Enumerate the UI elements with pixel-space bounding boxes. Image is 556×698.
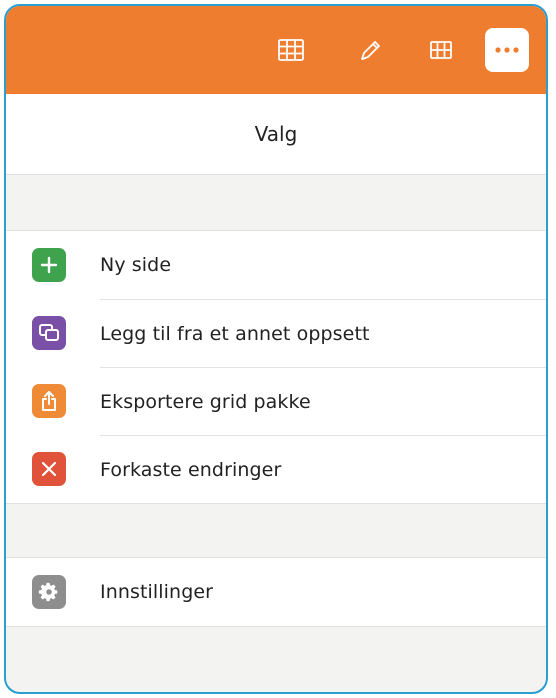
edit-pencil-icon[interactable] [349, 28, 393, 72]
grid-icon[interactable] [269, 28, 313, 72]
plus-icon [32, 248, 66, 282]
close-icon [32, 452, 66, 486]
menu-item-label: Legg til fra et annet oppsett [100, 322, 370, 345]
menu-item-new-page[interactable]: Ny side [6, 231, 546, 299]
export-icon [32, 384, 66, 418]
menu-item-label: Ny side [100, 254, 172, 276]
options-panel: Valg Ny side Legg til fra et annet oppse… [4, 4, 548, 694]
menu-item-export-grid[interactable]: Eksportere grid pakke [6, 367, 546, 435]
toolbar [6, 6, 546, 94]
gear-icon [32, 575, 66, 609]
menu-item-discard-changes[interactable]: Forkaste endringer [6, 435, 546, 503]
settings-menu: Innstillinger [6, 557, 546, 627]
menu-item-label: Innstillinger [100, 581, 214, 603]
more-icon[interactable] [485, 28, 529, 72]
page-title: Valg [254, 122, 298, 146]
actions-menu: Ny side Legg til fra et annet oppsett Ek… [6, 230, 546, 504]
menu-item-settings[interactable]: Innstillinger [6, 558, 546, 626]
menu-item-label: Eksportere grid pakke [100, 390, 311, 413]
copy-icon [32, 316, 66, 350]
menu-item-label: Forkaste endringer [100, 458, 282, 481]
menu-item-add-from-layout[interactable]: Legg til fra et annet oppsett [6, 299, 546, 367]
panel-header: Valg [6, 94, 546, 175]
table-icon[interactable] [419, 28, 463, 72]
